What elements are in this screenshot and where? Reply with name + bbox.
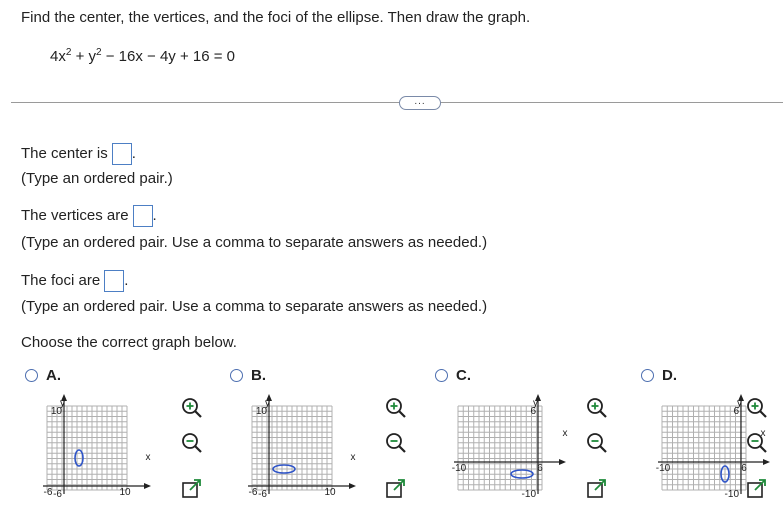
tick-label-bottom: -10 [725,489,740,500]
option-a[interactable]: A. [25,367,61,384]
zoom-out-icon[interactable] [384,431,408,455]
popout-icon[interactable] [384,477,408,501]
popout-icon[interactable] [745,477,769,501]
option-c-radio[interactable] [435,369,448,382]
tick-label-left: -6 [44,487,53,498]
tick-label-right: 10 [119,487,131,498]
choose-label: Choose the correct graph below. [21,334,237,351]
vertices-answer-row: The vertices are. [21,205,157,227]
zoom-in-icon[interactable] [745,396,769,420]
vertices-label: The vertices are [21,206,129,224]
tick-label-left: -6 [249,487,258,498]
option-d[interactable]: D. [641,367,677,384]
option-c[interactable]: C. [435,367,471,384]
tick-label-bottom: -6 [258,489,267,500]
x-axis-arrow [349,483,356,489]
foci-input[interactable] [104,270,125,292]
y-axis-label: y [265,398,270,409]
zoom-in-icon[interactable] [384,396,408,420]
tick-label-left: -10 [452,463,467,474]
tick-label-right: 10 [324,487,336,498]
center-input[interactable] [111,143,132,165]
tick-label-left: -10 [656,463,671,474]
graph-option-c: 6-10-10 6xy [452,394,568,500]
x-axis-arrow [559,459,566,465]
tick-label-bottom: -6 [53,489,62,500]
option-a-radio[interactable] [25,369,38,382]
more-options-button[interactable]: ... [399,96,441,110]
option-b[interactable]: B. [230,367,266,384]
zoom-out-icon[interactable] [745,431,769,455]
tick-label-right: 6 [741,463,747,474]
popout-icon[interactable] [585,477,609,501]
zoom-in-icon[interactable] [180,396,204,420]
y-axis-label: y [737,398,742,409]
option-b-radio[interactable] [230,369,243,382]
tick-label-bottom: -10 [522,489,537,500]
vertices-hint: (Type an ordered pair. Use a comma to se… [21,234,488,251]
y-axis-label: y [533,398,538,409]
ellipse-equation: 4x2 + y2 − 16x − 4y + 16 = 0 [50,47,236,65]
x-axis-label: x [146,452,151,463]
x-axis-arrow [144,483,151,489]
x-axis-label: x [351,452,356,463]
zoom-out-icon[interactable] [585,431,609,455]
foci-label: The foci are [21,271,101,289]
x-axis-arrow [763,459,770,465]
foci-answer-row: The foci are. [21,270,128,292]
graph-option-b: 10-6-6 10xy [248,394,356,500]
zoom-in-icon[interactable] [585,396,609,420]
center-label: The center is [21,144,108,162]
tick-label-right: 6 [537,463,543,474]
center-answer-row: The center is. [21,143,136,165]
zoom-out-icon[interactable] [180,431,204,455]
popout-icon[interactable] [180,477,204,501]
y-axis-label: y [60,398,65,409]
foci-hint: (Type an ordered pair. Use a comma to se… [21,298,488,315]
vertices-input[interactable] [132,205,153,227]
option-d-radio[interactable] [641,369,654,382]
question-prompt: Find the center, the vertices, and the f… [21,9,531,26]
graph-option-a: 10-6-6 10xy [43,394,151,500]
x-axis-label: x [563,428,568,439]
center-hint: (Type an ordered pair.) [21,170,173,187]
divider [11,102,783,103]
